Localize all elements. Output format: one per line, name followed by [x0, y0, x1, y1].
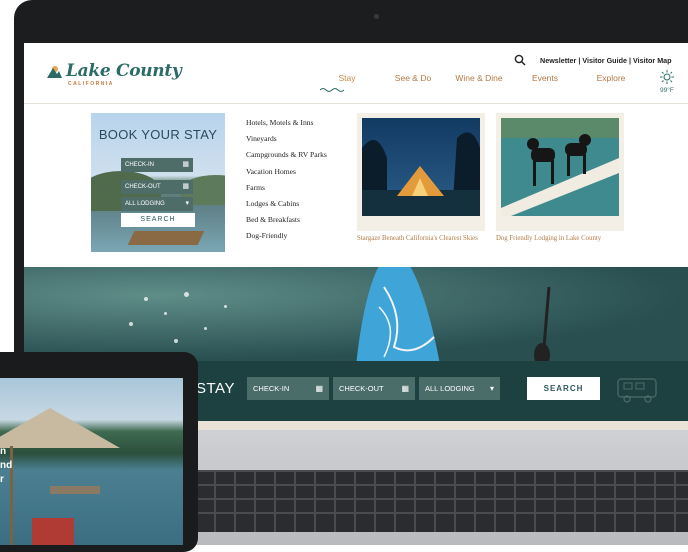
- paddle: [534, 287, 551, 361]
- logo-text: Lake County: [66, 61, 182, 81]
- feature-caption-dog-friendly[interactable]: Dog Friendly Lodging in Lake County: [496, 235, 601, 242]
- camper-van-icon: [617, 378, 657, 403]
- card-check-in-field[interactable]: CHECK-IN ▦: [121, 158, 193, 172]
- check-out-field[interactable]: CHECK-OUT ▦: [333, 377, 415, 400]
- card-lodging-select[interactable]: ALL LODGING ▾: [121, 197, 193, 211]
- sparkle: [224, 305, 227, 308]
- feature-caption-stargaze[interactable]: Stargaze Beneath California's Clearest S…: [357, 235, 478, 242]
- sparkle: [184, 292, 189, 297]
- nav-events[interactable]: Events: [512, 73, 578, 83]
- booking-bar-title: STAY: [196, 380, 235, 397]
- lodging-link[interactable]: Hotels, Motels & Inns: [246, 118, 327, 134]
- sparkle: [129, 322, 133, 326]
- active-nav-indicator: [320, 88, 345, 92]
- stay-dropdown: BOOK YOUR STAY CHECK-IN ▦ CHECK-OUT ▦ AL…: [24, 104, 688, 267]
- utility-links[interactable]: Newsletter | Visitor Guide | Visitor Map: [540, 56, 672, 65]
- lodging-link[interactable]: Bed & Breakfasts: [246, 215, 327, 231]
- hero-image: [24, 267, 688, 361]
- chair-shape: [32, 518, 74, 545]
- lodging-link[interactable]: Farms: [246, 183, 327, 199]
- lodging-link[interactable]: Campgrounds & RV Parks: [246, 150, 327, 166]
- card-check-out-label: CHECK-OUT: [125, 184, 161, 190]
- mountain-logo-icon: [47, 66, 62, 78]
- umbrella-shape: [0, 408, 120, 448]
- sparkle: [174, 339, 178, 343]
- tablet-text-line: n: [0, 446, 7, 457]
- lodging-label: ALL LODGING: [425, 384, 475, 393]
- search-button[interactable]: SEARCH: [527, 377, 600, 400]
- feature-card-stargaze[interactable]: [357, 113, 485, 231]
- logo-subtitle: CALIFORNIA: [68, 81, 114, 87]
- logo[interactable]: Lake County: [46, 61, 182, 81]
- tablet-text-line: nd: [0, 460, 13, 471]
- site-header: Lake County CALIFORNIA Newsletter | Visi…: [24, 43, 688, 104]
- check-in-field[interactable]: CHECK-IN ▦: [247, 377, 329, 400]
- lodging-link[interactable]: Lodges & Cabins: [246, 199, 327, 215]
- sparkle: [144, 297, 148, 301]
- main-nav: Stay See & Do Wine & Dine Events Explore: [314, 73, 644, 83]
- nav-stay[interactable]: Stay: [314, 73, 380, 83]
- card-check-in-label: CHECK-IN: [125, 162, 155, 168]
- chevron-down-icon: ▾: [185, 200, 189, 207]
- sparkle: [204, 327, 207, 330]
- search-icon[interactable]: [514, 54, 526, 66]
- book-your-stay-card: BOOK YOUR STAY CHECK-IN ▦ CHECK-OUT ▦ AL…: [91, 113, 225, 252]
- keyboard: [196, 470, 688, 532]
- book-title: BOOK YOUR STAY: [98, 127, 218, 142]
- dogs-paddleboard-photo: [501, 118, 619, 216]
- sparkle: [164, 312, 167, 315]
- tablet-text-line: r: [0, 474, 4, 485]
- card-lodging-label: ALL LODGING: [125, 201, 165, 207]
- temperature: 99°F: [660, 87, 674, 94]
- kayak-illustration: [356, 267, 440, 361]
- sun-icon: [660, 70, 674, 84]
- card-search-button[interactable]: SEARCH: [121, 213, 195, 227]
- card-check-out-field[interactable]: CHECK-OUT ▦: [121, 180, 193, 194]
- lodging-select[interactable]: ALL LODGING ▾: [419, 377, 500, 400]
- nav-wine-and-dine[interactable]: Wine & Dine: [446, 73, 512, 83]
- check-in-label: CHECK-IN: [253, 384, 290, 393]
- lodging-link[interactable]: Vineyards: [246, 134, 327, 150]
- calendar-icon: ▦: [401, 384, 409, 393]
- tent-photo: [362, 118, 480, 216]
- calendar-icon: ▦: [315, 384, 323, 393]
- lodging-links: Hotels, Motels & Inns Vineyards Campgrou…: [246, 118, 327, 248]
- chevron-down-icon: ▾: [489, 384, 494, 393]
- dock-shape: [50, 486, 100, 494]
- lodging-link[interactable]: Vacation Homes: [246, 167, 327, 183]
- calendar-icon: ▦: [182, 161, 189, 168]
- feature-card-dog-friendly[interactable]: [496, 113, 624, 231]
- nav-see-and-do[interactable]: See & Do: [380, 73, 446, 83]
- tablet-screen: n nd r: [0, 378, 183, 545]
- nav-explore[interactable]: Explore: [578, 73, 644, 83]
- lodging-link[interactable]: Dog-Friendly: [246, 231, 327, 247]
- camera-dot: [374, 14, 379, 19]
- dock-shape: [127, 231, 205, 245]
- calendar-icon: ▦: [182, 183, 189, 190]
- check-out-label: CHECK-OUT: [339, 384, 384, 393]
